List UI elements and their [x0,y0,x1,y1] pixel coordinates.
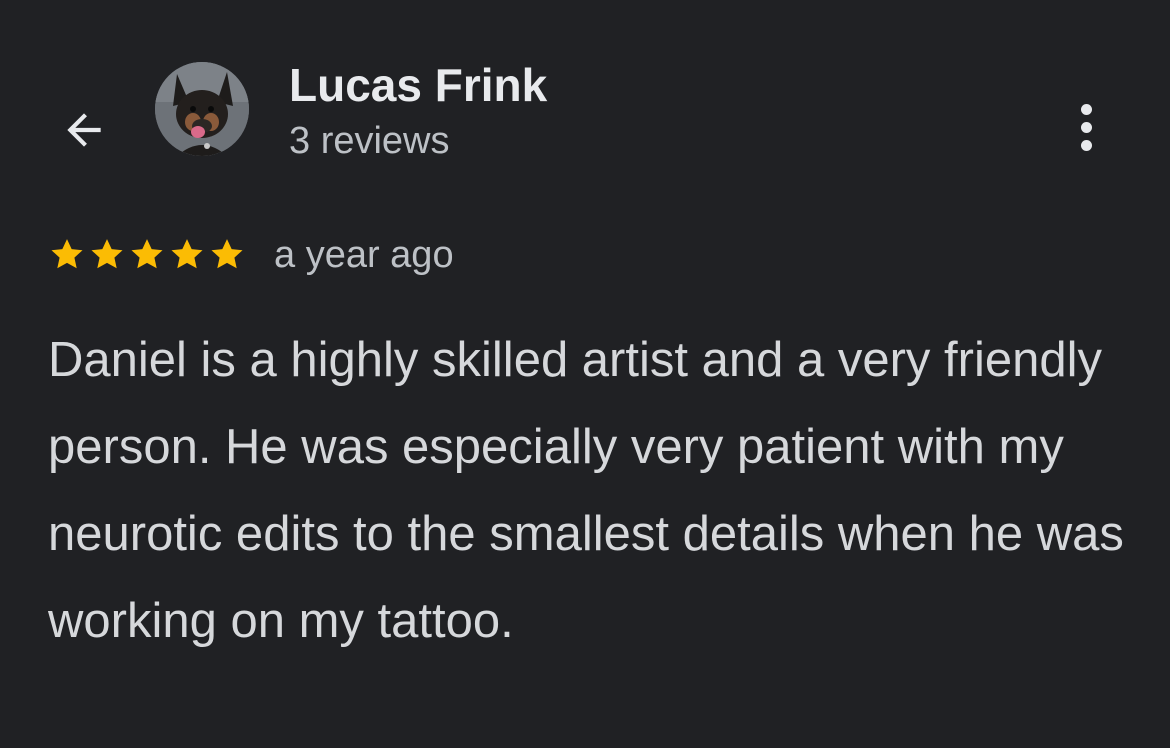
star-rating [48,236,246,274]
star-filled-icon [131,239,163,269]
review-text: Daniel is a highly skilled artist and a … [48,333,1124,648]
avatar[interactable] [155,62,249,156]
review-time: a year ago [274,233,454,276]
star-filled-icon [91,239,123,269]
reviewer-name[interactable]: Lucas Frink [289,57,547,113]
arrow-back-icon [67,113,101,147]
more-options-button[interactable] [1060,95,1112,159]
review-header: Lucas Frink 3 reviews [0,0,1170,200]
review-count: 3 reviews [289,120,450,162]
dog-avatar-photo [155,62,249,156]
rating-row: a year ago [48,230,454,280]
more-vertical-icon-dot [1080,139,1092,151]
more-vertical-icon-dot [1080,121,1092,133]
more-vertical-icon [1080,103,1092,115]
star-filled-icon [171,239,203,269]
star-filled-icon [211,239,243,269]
star-filled-icon [51,239,83,269]
back-button[interactable] [52,98,116,162]
